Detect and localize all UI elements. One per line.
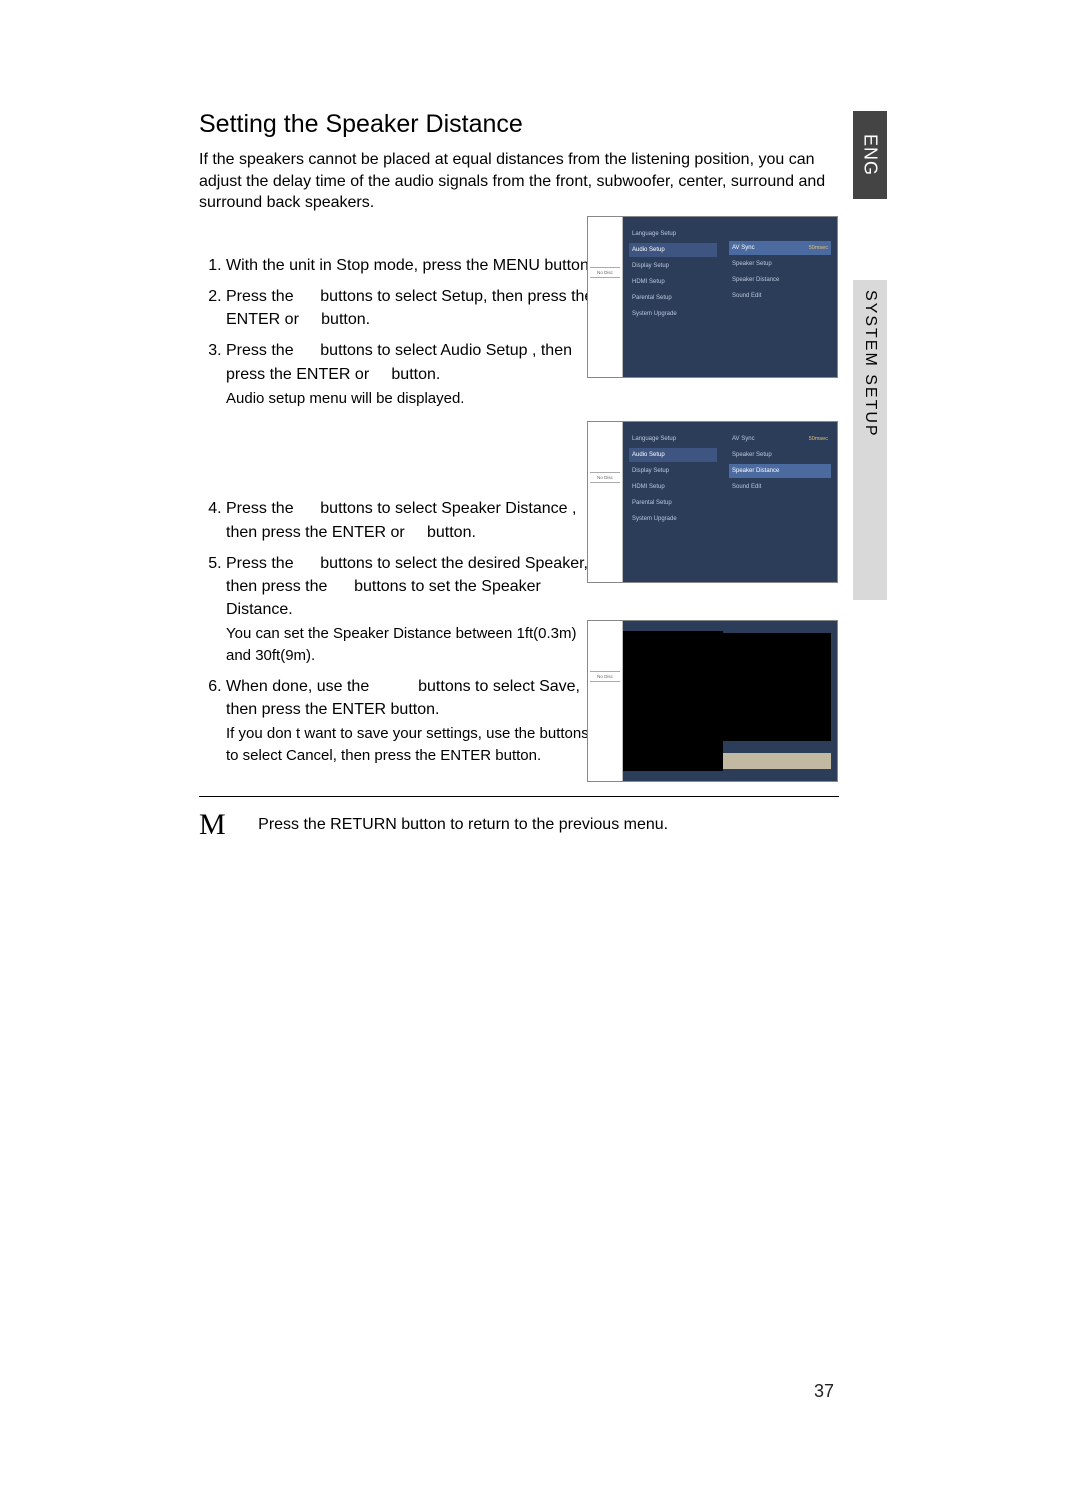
step-text: When done, use the [226,678,369,695]
footer-note: M Press the RETURN button to return to t… [199,808,839,842]
section-side-label: SYSTEM SETUP [853,280,887,600]
step-text: Press the [226,342,294,359]
osd-left-column: No Disc [588,217,623,377]
osd-submenu-label: Sound Edit [732,484,761,490]
disc-status-label: No Disc [590,472,620,483]
divider-line [199,796,839,797]
footer-note-text: Press the RETURN button to return to the… [258,816,668,833]
osd-submenu-label: Speaker Setup [732,452,772,458]
osd-submenu-item: Speaker Setup [729,257,831,271]
osd-menu-item: System Upgrade [629,307,717,321]
step-text: Press the [226,500,294,517]
osd-menu-item: Language Setup [629,432,717,446]
step-list-continued: Press the buttons to select Speaker Dist… [199,497,596,766]
step-6: When done, use the buttons to select Sav… [226,675,596,767]
osd-menu-item: Parental Setup [629,496,717,510]
osd-menu-column: Language Setup Audio Setup Display Setup… [623,422,723,582]
osd-dialog-area [723,621,837,781]
osd-screenshot-3: No Disc [587,620,838,782]
step-list: With the unit in Stop mode, press the ME… [199,254,596,410]
osd-submenu-value: 50msec [809,436,828,442]
note-icon: M [199,808,226,841]
osd-submenu-item: Speaker Distance [729,273,831,287]
osd-submenu-item: AV Sync 50msec [729,432,831,446]
step-2: Press the buttons to select Setup, then … [226,285,596,331]
step-3: Press the buttons to select Audio Setup … [226,339,596,409]
page-number: 37 [814,1381,834,1402]
osd-submenu-label: AV Sync [732,245,755,251]
osd-submenu-value: 50msec [809,245,828,251]
step-subtext: Audio setup menu will be displayed. [226,388,596,410]
osd-menu-item: System Upgrade [629,512,717,526]
step-1: With the unit in Stop mode, press the ME… [226,254,596,277]
osd-button-bar [723,753,831,769]
intro-paragraph: If the speakers cannot be placed at equa… [199,149,839,214]
osd-submenu-item: Sound Edit [729,289,831,303]
osd-submenu-label: Speaker Distance [732,468,779,474]
osd-menu-item-active: Audio Setup [629,243,717,257]
osd-screenshot-2: No Disc Language Setup Audio Setup Displ… [587,421,838,583]
language-tab: ENG [853,111,887,199]
osd-submenu-column: AV Sync 50msec Speaker Setup Speaker Dis… [723,217,837,377]
osd-menu-item: Parental Setup [629,291,717,305]
osd-submenu-column: AV Sync 50msec Speaker Setup Speaker Dis… [723,422,837,582]
osd-submenu-item: Speaker Setup [729,448,831,462]
step-text: button. [427,524,476,541]
step-text: With the unit in Stop mode, press the ME… [226,257,593,274]
osd-submenu-label: Sound Edit [732,293,761,299]
osd-submenu-item: Sound Edit [729,480,831,494]
document-page: ENG SYSTEM SETUP Setting the Speaker Dis… [0,0,1080,1492]
osd-menu-item: HDMI Setup [629,480,717,494]
step-text: Press the [226,555,294,572]
osd-menu-column [623,621,723,781]
osd-left-column: No Disc [588,621,623,781]
disc-status-label: No Disc [590,671,620,682]
osd-menu-column: Language Setup Audio Setup Display Setup… [623,217,723,377]
page-title: Setting the Speaker Distance [199,110,839,139]
osd-submenu-item-active: AV Sync 50msec [729,241,831,255]
step-5: Press the buttons to select the desired … [226,552,596,667]
step-text: button. [391,366,440,383]
osd-menu-item: Language Setup [629,227,717,241]
step-subtext: If you don t want to save your settings,… [226,723,596,767]
osd-submenu-label: Speaker Setup [732,261,772,267]
osd-left-column: No Disc [588,422,623,582]
step-subtext: You can set the Speaker Distance between… [226,623,596,667]
osd-menu-item-active: Audio Setup [629,448,717,462]
step-text: Press the [226,288,294,305]
step-text: button. [321,311,370,328]
osd-settings-panel [723,633,831,741]
step-4: Press the buttons to select Speaker Dist… [226,497,596,543]
osd-screenshot-1: No Disc Language Setup Audio Setup Displ… [587,216,838,378]
osd-submenu-label: AV Sync [732,436,755,442]
osd-menu-item: HDMI Setup [629,275,717,289]
osd-submenu-item-active: Speaker Distance [729,464,831,478]
osd-menu-item: Display Setup [629,259,717,273]
osd-menu-item: Display Setup [629,464,717,478]
disc-status-label: No Disc [590,267,620,278]
osd-submenu-label: Speaker Distance [732,277,779,283]
